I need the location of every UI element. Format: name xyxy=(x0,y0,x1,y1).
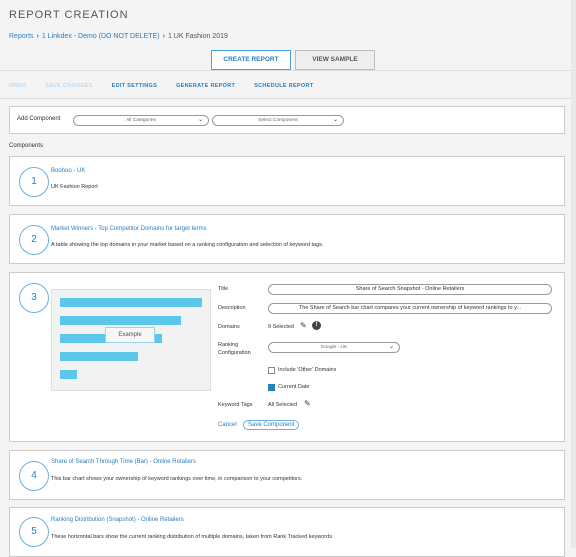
toolbar: UNDO SAVE CHANGES EDIT SETTINGS GENERATE RE… xyxy=(9,83,332,89)
tab-divider xyxy=(0,70,576,71)
components-heading: Components xyxy=(9,143,44,149)
component-card-2[interactable]: 2 Market Winners - Top Competitor Domain… xyxy=(9,214,565,264)
component-number: 5 xyxy=(19,517,49,547)
include-other-label: Include 'Other' Domains xyxy=(278,367,337,373)
breadcrumb-project[interactable]: 1 Linkdex - Demo (DO NOT DELETE) xyxy=(42,33,160,40)
pencil-icon[interactable]: ✎ xyxy=(300,321,307,330)
add-component-bar: Add Component All Categories ⌄ Select Co… xyxy=(9,106,565,134)
add-component-label: Add Component xyxy=(17,116,61,122)
scrollbar[interactable] xyxy=(571,0,576,548)
preview-bar xyxy=(60,298,202,307)
keyword-tags-value: All Selected xyxy=(268,402,298,408)
preview-bar xyxy=(60,352,138,361)
chart-preview: Example xyxy=(51,289,211,391)
component-card-3: 3 Example Title Share of Search Snapshot… xyxy=(9,272,565,442)
chevron-down-icon: ⌄ xyxy=(388,344,394,350)
component-title[interactable]: Market Winners - Top Competitor Domains … xyxy=(51,226,207,232)
domains-value: 9 Selected xyxy=(268,324,294,330)
component-number: 4 xyxy=(19,461,49,491)
component-card-4[interactable]: 4 Share of Search Through Time (Bar) - O… xyxy=(9,450,565,500)
save-changes-button[interactable]: SAVE CHANGES xyxy=(45,83,92,89)
component-description: A table showing the top domains in your … xyxy=(51,242,324,248)
component-select-value: Select Component xyxy=(258,118,298,123)
ranking-label-line1: Ranking xyxy=(218,342,239,348)
chevron-down-icon: ⌄ xyxy=(197,117,203,123)
save-component-button[interactable]: Save Component xyxy=(243,420,300,430)
chevron-right-icon: › xyxy=(36,33,39,40)
tab-view-sample[interactable]: VIEW SAMPLE xyxy=(295,50,375,70)
category-select-value: All Categories xyxy=(126,118,156,123)
undo-button[interactable]: UNDO xyxy=(9,83,26,89)
component-number: 2 xyxy=(19,225,49,255)
chevron-down-icon: ⌄ xyxy=(332,117,338,123)
component-number: 3 xyxy=(19,283,49,313)
domains-label: Domains xyxy=(218,324,240,330)
ranking-config-select[interactable]: Google - UK ⌄ xyxy=(268,342,400,353)
description-label: Description xyxy=(218,305,246,311)
breadcrumb-reports[interactable]: Reports xyxy=(9,33,34,40)
component-description: This bar chart shows your ownership of k… xyxy=(51,476,303,482)
include-other-checkbox[interactable] xyxy=(268,367,275,374)
page-title: REPORT CREATION xyxy=(9,9,129,21)
title-input[interactable]: Share of Search Snapshot - Online Retail… xyxy=(268,284,552,295)
component-description: UK Fashion Report xyxy=(51,184,98,190)
description-input[interactable]: The Share of Search bar chart compares y… xyxy=(268,303,552,314)
breadcrumb: Reports › 1 Linkdex - Demo (DO NOT DELETE)… xyxy=(9,33,228,40)
preview-bar xyxy=(60,316,181,325)
schedule-report-button[interactable]: SCHEDULE REPORT xyxy=(254,83,313,89)
title-label: Title xyxy=(218,286,229,292)
current-date-label: Current Date xyxy=(278,384,310,390)
component-title[interactable]: Share of Search Through Time (Bar) - Onl… xyxy=(51,459,196,465)
ranking-config-label: Ranking Configuration xyxy=(218,341,251,357)
keyword-tags-label: Keyword Tags xyxy=(218,402,253,408)
chevron-right-icon: › xyxy=(162,33,165,40)
preview-bar xyxy=(60,370,77,379)
component-description: These horizontal bars show the current r… xyxy=(51,534,334,540)
category-select[interactable]: All Categories ⌄ xyxy=(73,115,209,126)
ranking-label-line2: Configuration xyxy=(218,350,251,356)
component-title[interactable]: Boohoo - UK xyxy=(51,168,85,174)
cancel-button[interactable]: Cancel xyxy=(218,422,237,428)
toolbar-divider xyxy=(0,98,576,99)
component-number: 1 xyxy=(19,167,49,197)
example-label: Example xyxy=(105,327,155,343)
breadcrumb-current: 1 UK Fashion 2019 xyxy=(167,33,228,40)
edit-settings-button[interactable]: EDIT SETTINGS xyxy=(112,83,157,89)
ranking-config-value: Google - UK xyxy=(320,345,348,350)
info-icon[interactable]: ! xyxy=(312,321,321,330)
current-date-checkbox[interactable] xyxy=(268,384,275,391)
component-title[interactable]: Ranking Distribution (Snapshot) - Online… xyxy=(51,517,184,523)
component-card-5[interactable]: 5 Ranking Distribution (Snapshot) - Onli… xyxy=(9,507,565,557)
tab-create-report[interactable]: CREATE REPORT xyxy=(211,50,291,70)
pencil-icon[interactable]: ✎ xyxy=(304,399,311,408)
component-select[interactable]: Select Component ⌄ xyxy=(212,115,344,126)
component-card-1[interactable]: 1 Boohoo - UK UK Fashion Report xyxy=(9,156,565,206)
generate-report-button[interactable]: GENERATE REPORT xyxy=(176,83,235,89)
